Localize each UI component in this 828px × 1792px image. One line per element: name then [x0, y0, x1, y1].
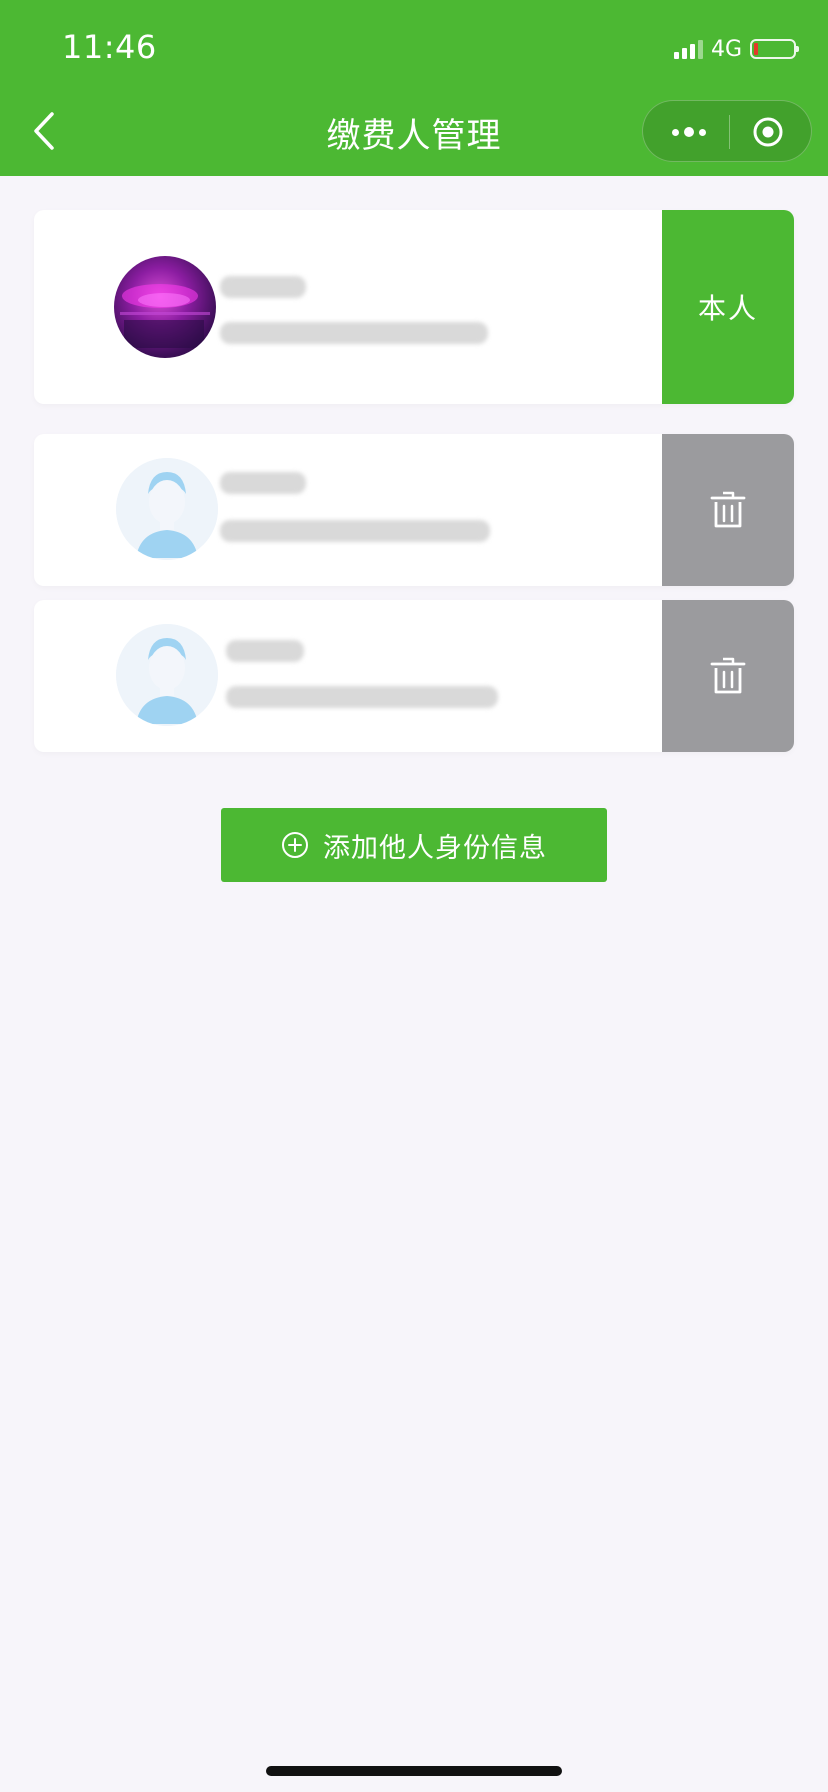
battery-icon [750, 39, 799, 59]
delete-button[interactable] [662, 434, 794, 586]
delete-button[interactable] [662, 600, 794, 752]
payer-card[interactable] [34, 434, 794, 586]
status-time: 11:46 [62, 28, 157, 66]
more-dots-icon[interactable] [667, 120, 711, 144]
self-badge[interactable]: 本人 [662, 210, 794, 404]
avatar-photo-image [120, 284, 210, 348]
blurred-id [226, 686, 498, 708]
avatar [116, 624, 218, 726]
payer-card-self[interactable]: 本人 [34, 210, 794, 404]
blurred-name [220, 276, 306, 298]
blurred-id [220, 322, 488, 344]
avatar [116, 458, 218, 560]
plus-circle-icon [282, 832, 308, 858]
status-indicators: 4G [673, 34, 799, 64]
add-payer-label: 添加他人身份信息 [323, 832, 547, 864]
add-payer-button[interactable]: 添加他人身份信息 [221, 808, 607, 882]
capsule-divider [729, 115, 730, 149]
header-bar: 11:46 4G 缴费人管理 [0, 0, 828, 176]
mini-program-capsule [642, 100, 812, 162]
blurred-name [220, 472, 306, 494]
default-avatar-icon [116, 458, 218, 560]
home-indicator[interactable] [266, 1766, 562, 1776]
signal-icon [673, 39, 703, 59]
blurred-name [226, 640, 304, 662]
payer-card[interactable] [34, 600, 794, 752]
close-circle-icon[interactable] [751, 115, 785, 149]
avatar [114, 256, 216, 358]
trash-icon [710, 657, 746, 694]
network-type: 4G [710, 36, 742, 62]
trash-icon [710, 491, 746, 528]
default-avatar-icon [116, 624, 218, 726]
blurred-id [220, 520, 490, 542]
